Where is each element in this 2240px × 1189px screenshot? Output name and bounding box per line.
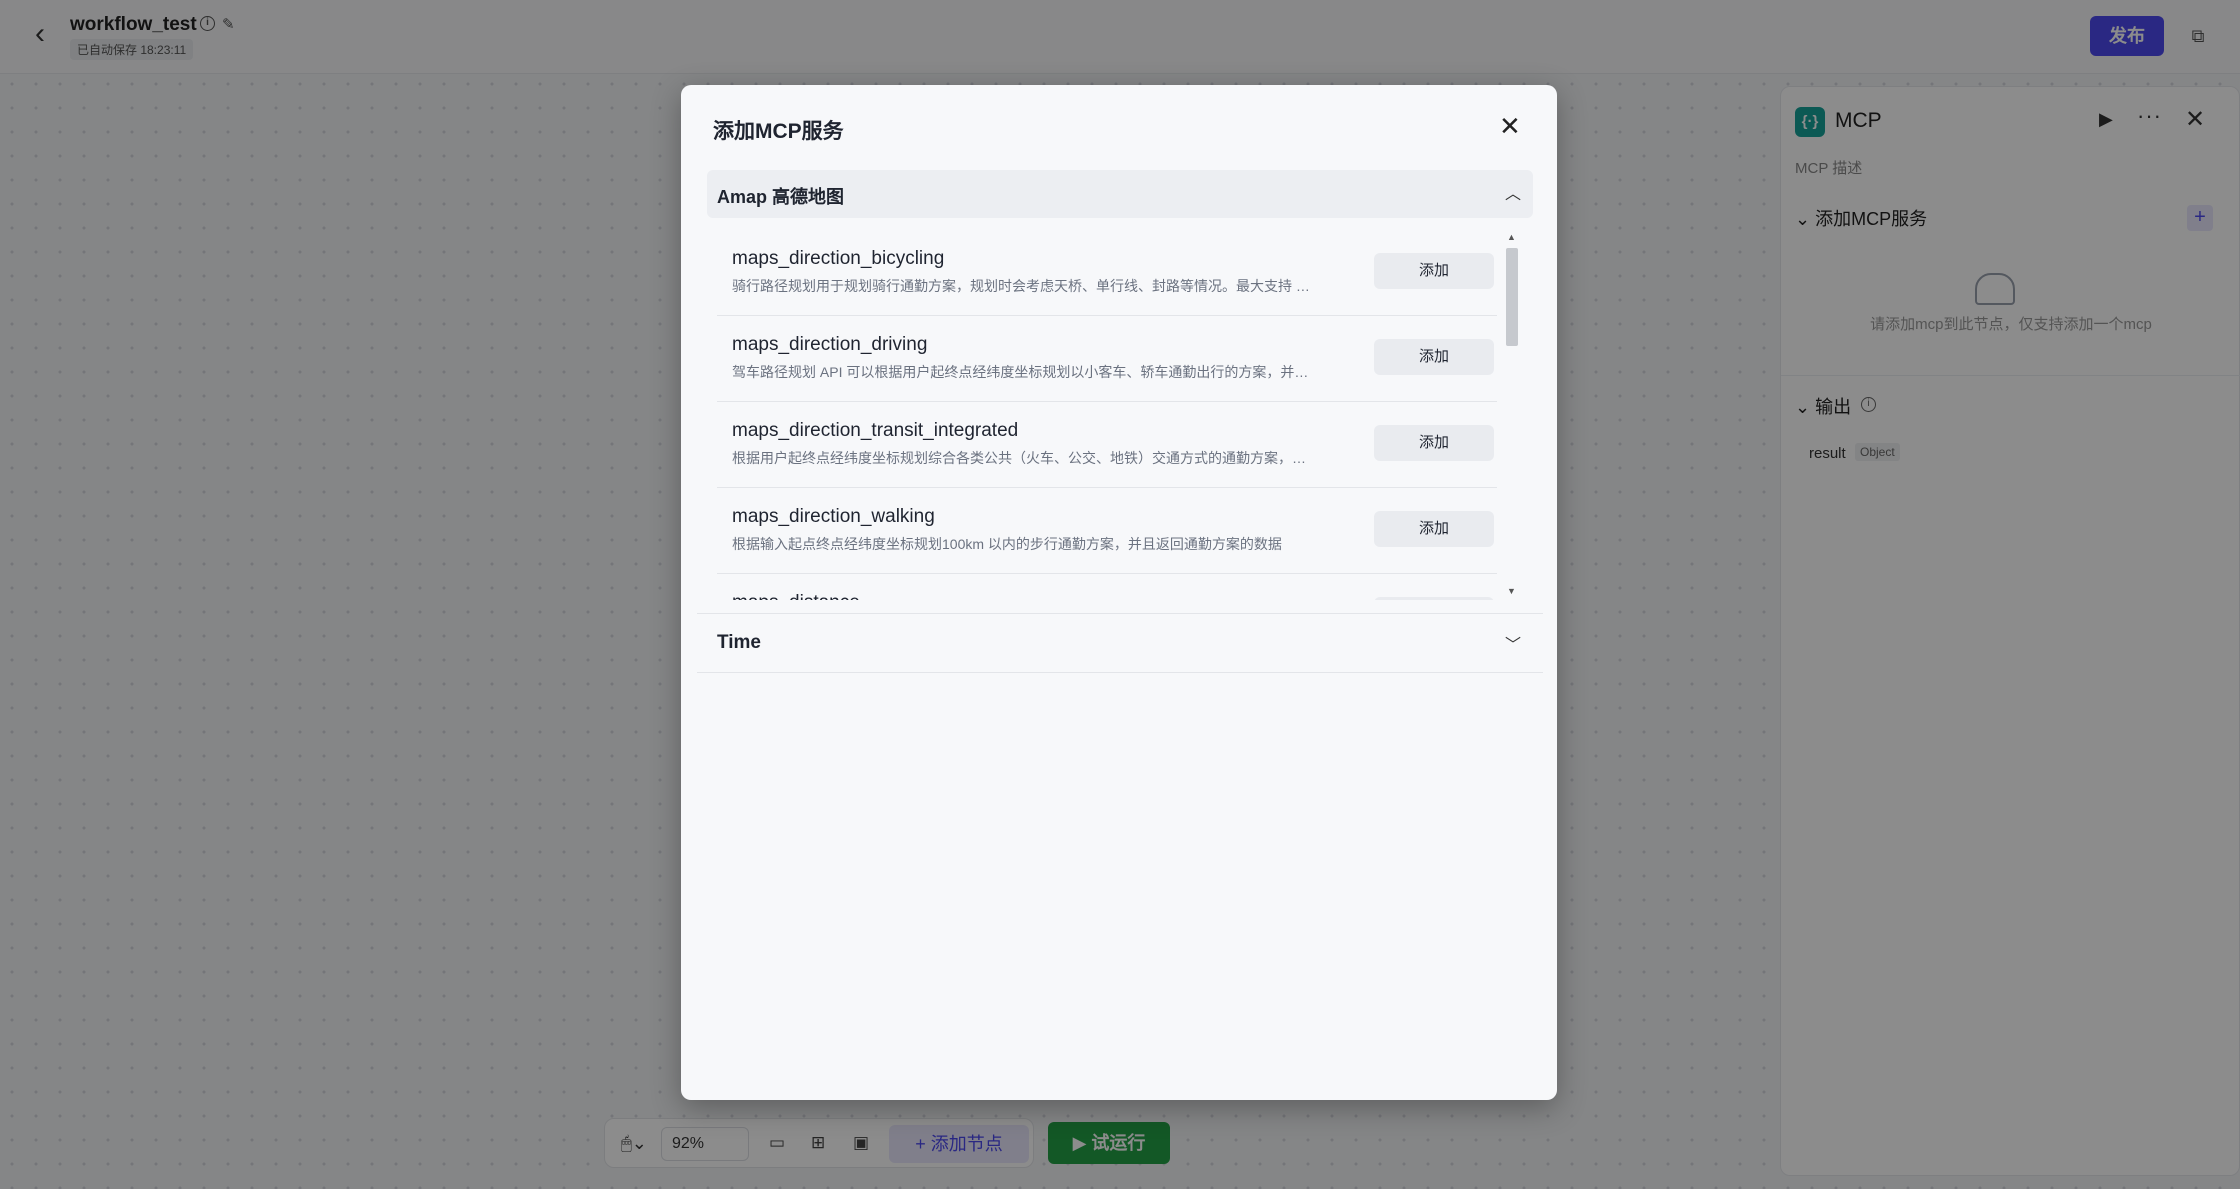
tool-description: 驾车路径规划 API 可以根据用户起终点经纬度坐标规划以小客车、轿车通勤出行的方… xyxy=(732,364,1309,380)
tool-description: 根据输入起点终点经纬度坐标规划100km 以内的步行通勤方案，并且返回通勤方案的… xyxy=(732,536,1282,552)
list-item: maps_direction_driving 驾车路径规划 API 可以根据用户… xyxy=(717,316,1497,402)
tool-list[interactable]: maps_direction_bicycling 骑行路径规划用于规划骑行通勤方… xyxy=(717,230,1497,600)
add-mcp-modal: 添加MCP服务 ✕ Amap 高德地图 ︿ maps_direction_bic… xyxy=(681,85,1557,1100)
mcp-group-title: Amap 高德地图 xyxy=(717,187,845,207)
chevron-up-icon: ︿ xyxy=(1505,186,1522,203)
add-tool-button[interactable]: 添加 xyxy=(1374,597,1494,600)
list-item: maps_direction_transit_integrated 根据用户起终… xyxy=(717,402,1497,488)
scrollbar[interactable]: ▲ ▼ xyxy=(1503,232,1521,602)
scroll-down-arrow-icon[interactable]: ▼ xyxy=(1507,586,1516,596)
modal-title: 添加MCP服务 xyxy=(713,120,844,143)
list-item: maps_direction_bicycling 骑行路径规划用于规划骑行通勤方… xyxy=(717,230,1497,316)
divider xyxy=(697,613,1543,614)
add-tool-button[interactable]: 添加 xyxy=(1374,253,1494,289)
tool-name: maps_direction_driving xyxy=(732,334,928,355)
tool-description: 骑行路径规划用于规划骑行通勤方案，规划时会考虑天桥、单行线、封路等情况。最大支持… xyxy=(732,278,1310,294)
close-icon[interactable]: ✕ xyxy=(1499,113,1521,139)
scrollbar-thumb[interactable] xyxy=(1506,248,1518,346)
tool-name: maps_distance xyxy=(732,592,860,600)
tool-description: 根据用户起终点经纬度坐标规划综合各类公共（火车、公交、地铁）交通方式的通勤方案，… xyxy=(732,450,1306,466)
add-tool-button[interactable]: 添加 xyxy=(1374,511,1494,547)
divider xyxy=(697,672,1543,673)
chevron-down-icon[interactable]: ﹀ xyxy=(1505,631,1521,655)
scroll-up-arrow-icon[interactable]: ▲ xyxy=(1507,232,1516,242)
tool-name: maps_direction_transit_integrated xyxy=(732,420,1019,441)
add-tool-button[interactable]: 添加 xyxy=(1374,425,1494,461)
tool-name: maps_direction_bicycling xyxy=(732,248,945,269)
add-tool-button[interactable]: 添加 xyxy=(1374,339,1494,375)
mcp-group-header[interactable]: Amap 高德地图 ︿ xyxy=(707,170,1533,218)
tool-name: maps_direction_walking xyxy=(732,506,935,527)
list-item: maps_direction_walking 根据输入起点终点经纬度坐标规划10… xyxy=(717,488,1497,574)
mcp-group-title-time[interactable]: Time xyxy=(717,632,761,654)
list-item: maps_distance 添加 xyxy=(717,574,1497,600)
